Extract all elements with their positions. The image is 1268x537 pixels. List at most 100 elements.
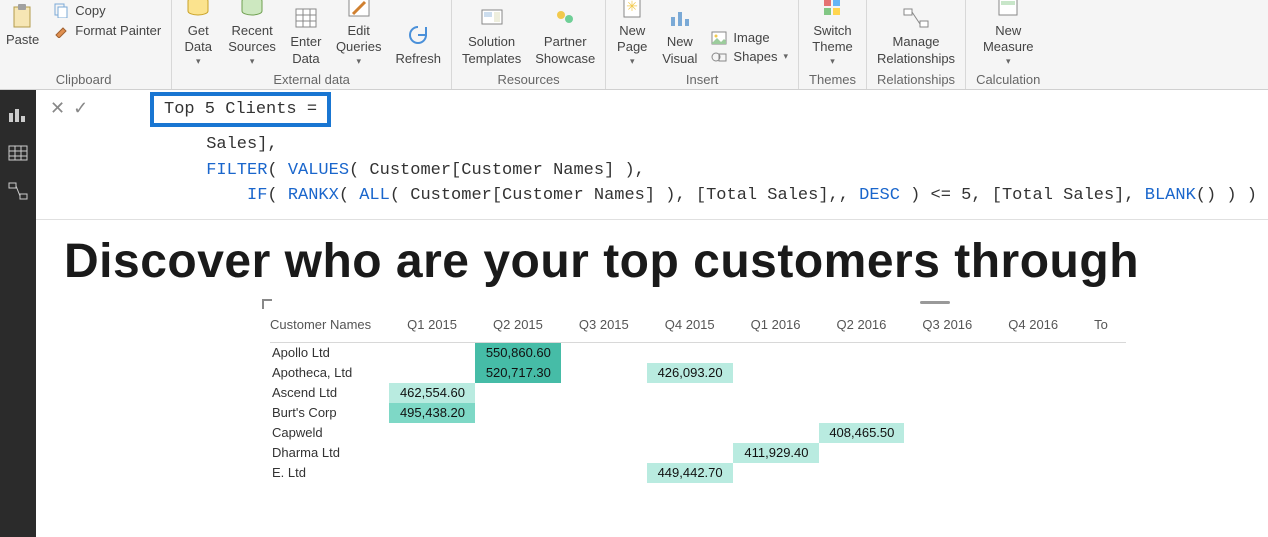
image-icon	[711, 31, 727, 45]
table-row: Capweld408,465.50	[270, 423, 1126, 443]
matrix-cell	[904, 463, 990, 483]
format-painter-label: Format Painter	[75, 23, 161, 38]
matrix-cell	[1076, 343, 1126, 363]
partner-showcase-icon	[549, 4, 581, 32]
left-nav-rail	[0, 90, 36, 537]
enter-data-button[interactable]: Enter Data	[290, 4, 322, 68]
matrix-cell	[819, 363, 905, 383]
edit-queries-label: Edit Queries	[336, 23, 382, 57]
group-themes: Switch Theme Themes	[799, 0, 867, 89]
visual-selection-corner	[262, 299, 272, 309]
matrix-cell	[819, 443, 905, 463]
manage-relationships-button[interactable]: Manage Relationships	[877, 4, 955, 68]
group-resources: Solution Templates Partner Showcase Reso…	[452, 0, 606, 89]
switch-theme-label: Switch Theme	[812, 23, 852, 57]
matrix-visual[interactable]: Customer NamesQ1 2015Q2 2015Q3 2015Q4 20…	[270, 313, 1260, 483]
calculations-group-label: Calculation	[976, 72, 1040, 87]
paste-button[interactable]: Paste	[6, 2, 39, 49]
new-page-button[interactable]: ✳ New Page	[616, 0, 648, 68]
row-label: Apollo Ltd	[270, 343, 389, 363]
matrix-cell	[389, 443, 475, 463]
row-label: Apotheca, Ltd	[270, 363, 389, 383]
row-label: Burt's Corp	[270, 403, 389, 423]
matrix-cell	[647, 343, 733, 363]
group-insert: ✳ New Page New Visual Image Shapes Inser…	[606, 0, 799, 89]
partner-showcase-button[interactable]: Partner Showcase	[535, 4, 595, 68]
table-row: Dharma Ltd411,929.40	[270, 443, 1126, 463]
solution-templates-label: Solution Templates	[462, 34, 521, 68]
matrix-cell	[990, 363, 1076, 383]
model-view-icon[interactable]	[7, 182, 29, 200]
format-painter-button[interactable]: Format Painter	[53, 22, 161, 38]
refresh-button[interactable]: Refresh	[395, 21, 441, 68]
matrix-cell	[904, 443, 990, 463]
matrix-cell: 426,093.20	[647, 363, 733, 383]
matrix-cell	[904, 423, 990, 443]
switch-theme-icon	[817, 0, 849, 21]
report-title: Discover who are your top customers thro…	[0, 220, 1268, 297]
report-view-icon[interactable]	[7, 106, 29, 124]
get-data-icon	[182, 0, 214, 21]
matrix-cell	[904, 363, 990, 383]
matrix-cell	[1076, 423, 1126, 443]
switch-theme-button[interactable]: Switch Theme	[812, 0, 852, 68]
matrix-cell	[904, 383, 990, 403]
partner-showcase-label: Partner Showcase	[535, 34, 595, 68]
image-button[interactable]: Image	[711, 30, 788, 45]
formula-bar: ✕ ✓ Top 5 Clients = Sales], FILTER( VALU…	[0, 90, 1268, 220]
matrix-cell	[561, 343, 647, 363]
row-label: Dharma Ltd	[270, 443, 389, 463]
matrix-cell	[475, 423, 561, 443]
external-data-group-label: External data	[273, 72, 350, 87]
matrix-cell	[561, 423, 647, 443]
commit-formula-button[interactable]: ✓	[73, 96, 88, 120]
copy-button[interactable]: Copy	[53, 2, 161, 18]
matrix-cell: 462,554.60	[389, 383, 475, 403]
matrix-cell	[733, 423, 819, 443]
matrix-cell	[561, 363, 647, 383]
matrix-column-header: Q3 2016	[904, 313, 990, 343]
matrix-cell	[733, 403, 819, 423]
matrix-cell	[561, 403, 647, 423]
shapes-button[interactable]: Shapes	[711, 49, 788, 64]
visual-drag-handle[interactable]	[920, 301, 950, 304]
matrix-cell	[1076, 363, 1126, 383]
relationships-group-label: Relationships	[877, 72, 955, 87]
cancel-formula-button[interactable]: ✕	[50, 96, 65, 120]
matrix-cell	[733, 463, 819, 483]
matrix-cell	[561, 463, 647, 483]
row-label: E. Ltd	[270, 463, 389, 483]
data-view-icon[interactable]	[7, 144, 29, 162]
recent-sources-button[interactable]: Recent Sources	[228, 0, 276, 68]
matrix-cell	[733, 363, 819, 383]
matrix-cell	[819, 463, 905, 483]
matrix-cell	[389, 363, 475, 383]
matrix-cell	[819, 383, 905, 403]
edit-queries-button[interactable]: Edit Queries	[336, 0, 382, 68]
solution-templates-button[interactable]: Solution Templates	[462, 4, 521, 68]
matrix-row-header: Customer Names	[270, 313, 389, 343]
new-visual-button[interactable]: New Visual	[662, 4, 697, 68]
new-measure-button[interactable]: New Measure	[983, 0, 1034, 68]
matrix-column-header: Q3 2015	[561, 313, 647, 343]
matrix-cell	[733, 383, 819, 403]
refresh-label: Refresh	[395, 51, 441, 68]
row-label: Ascend Ltd	[270, 383, 389, 403]
new-visual-icon	[664, 4, 696, 32]
matrix-cell	[647, 403, 733, 423]
matrix-cell	[990, 343, 1076, 363]
matrix-cell	[819, 403, 905, 423]
themes-group-label: Themes	[809, 72, 856, 87]
matrix-cell	[990, 423, 1076, 443]
matrix-column-header: Q4 2015	[647, 313, 733, 343]
svg-text:✳: ✳	[626, 0, 638, 14]
matrix-cell	[389, 343, 475, 363]
copy-label: Copy	[75, 3, 105, 18]
ribbon: Paste Copy Format Painter Clipboard Get …	[0, 0, 1268, 90]
matrix-cell	[1076, 403, 1126, 423]
image-label: Image	[733, 30, 769, 45]
matrix-column-header: Q1 2016	[733, 313, 819, 343]
matrix-cell	[819, 343, 905, 363]
get-data-button[interactable]: Get Data	[182, 0, 214, 68]
matrix-cell: 495,438.20	[389, 403, 475, 423]
